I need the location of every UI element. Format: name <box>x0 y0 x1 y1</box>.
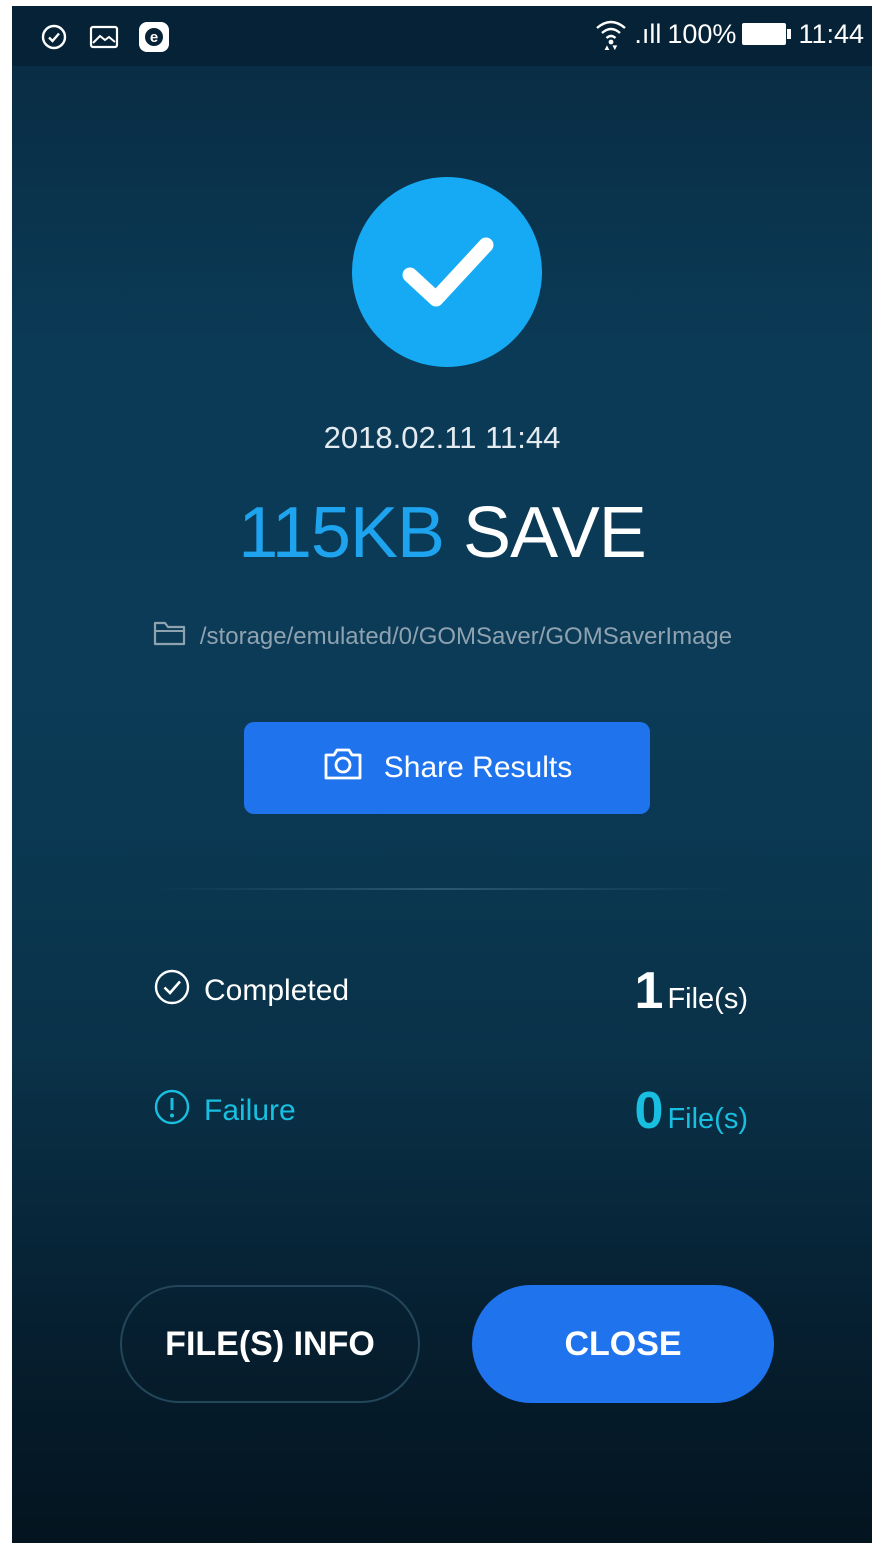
svg-text:e: e <box>150 29 158 46</box>
completed-count: 1 <box>634 962 664 1020</box>
notification-icons: e <box>38 21 170 53</box>
alert-icon <box>152 1087 192 1135</box>
share-results-button[interactable]: Share Results <box>244 722 650 814</box>
save-result-screen: e ▲▼ .ıll 100% 11:44 2018.02.11 11:44 11… <box>12 6 872 1543</box>
failure-count: 0 <box>634 1082 664 1140</box>
save-path-text: /storage/emulated/0/GOMSaver/GOMSaverIma… <box>199 622 733 650</box>
completed-row: Completed 1 File(s) <box>152 961 752 1021</box>
completed-check-icon <box>152 967 192 1015</box>
wifi-icon: ▲▼ <box>594 18 628 50</box>
completed-label: Completed <box>204 974 350 1007</box>
close-button[interactable]: CLOSE <box>472 1285 774 1403</box>
failure-row: Failure 0 File(s) <box>152 1081 752 1141</box>
battery-icon <box>742 23 792 45</box>
e-badge-icon: e <box>138 21 170 53</box>
share-results-label: Share Results <box>383 751 573 784</box>
completed-value: 1 File(s) <box>635 961 748 1021</box>
folder-icon <box>152 618 188 655</box>
saved-size-headline: 115KB SAVE <box>12 492 872 574</box>
completed-label-group: Completed <box>152 961 349 1021</box>
status-indicators: ▲▼ .ıll 100% 11:44 <box>594 18 864 50</box>
status-bar: e ▲▼ .ıll 100% 11:44 <box>12 6 872 66</box>
failure-unit: File(s) <box>667 1103 748 1135</box>
save-path: /storage/emulated/0/GOMSaver/GOMSaverIma… <box>12 618 872 655</box>
saved-size: 115KB <box>238 493 445 573</box>
image-icon <box>88 21 120 53</box>
files-info-button[interactable]: FILE(S) INFO <box>120 1285 420 1403</box>
divider <box>152 888 732 890</box>
check-circle-icon <box>38 21 70 53</box>
camera-icon <box>322 746 364 790</box>
signal-strength: .ıll <box>634 18 662 49</box>
battery-percent: 100% <box>667 18 737 49</box>
svg-text:▲▼: ▲▼ <box>603 43 619 50</box>
save-word: SAVE <box>463 493 647 573</box>
failure-label-group: Failure <box>152 1081 296 1141</box>
completed-unit: File(s) <box>667 983 748 1015</box>
save-datetime: 2018.02.11 11:44 <box>323 420 561 455</box>
failure-value: 0 File(s) <box>635 1081 748 1141</box>
clock: 11:44 <box>798 18 864 49</box>
success-check-icon <box>352 177 542 367</box>
failure-label: Failure <box>204 1094 296 1127</box>
